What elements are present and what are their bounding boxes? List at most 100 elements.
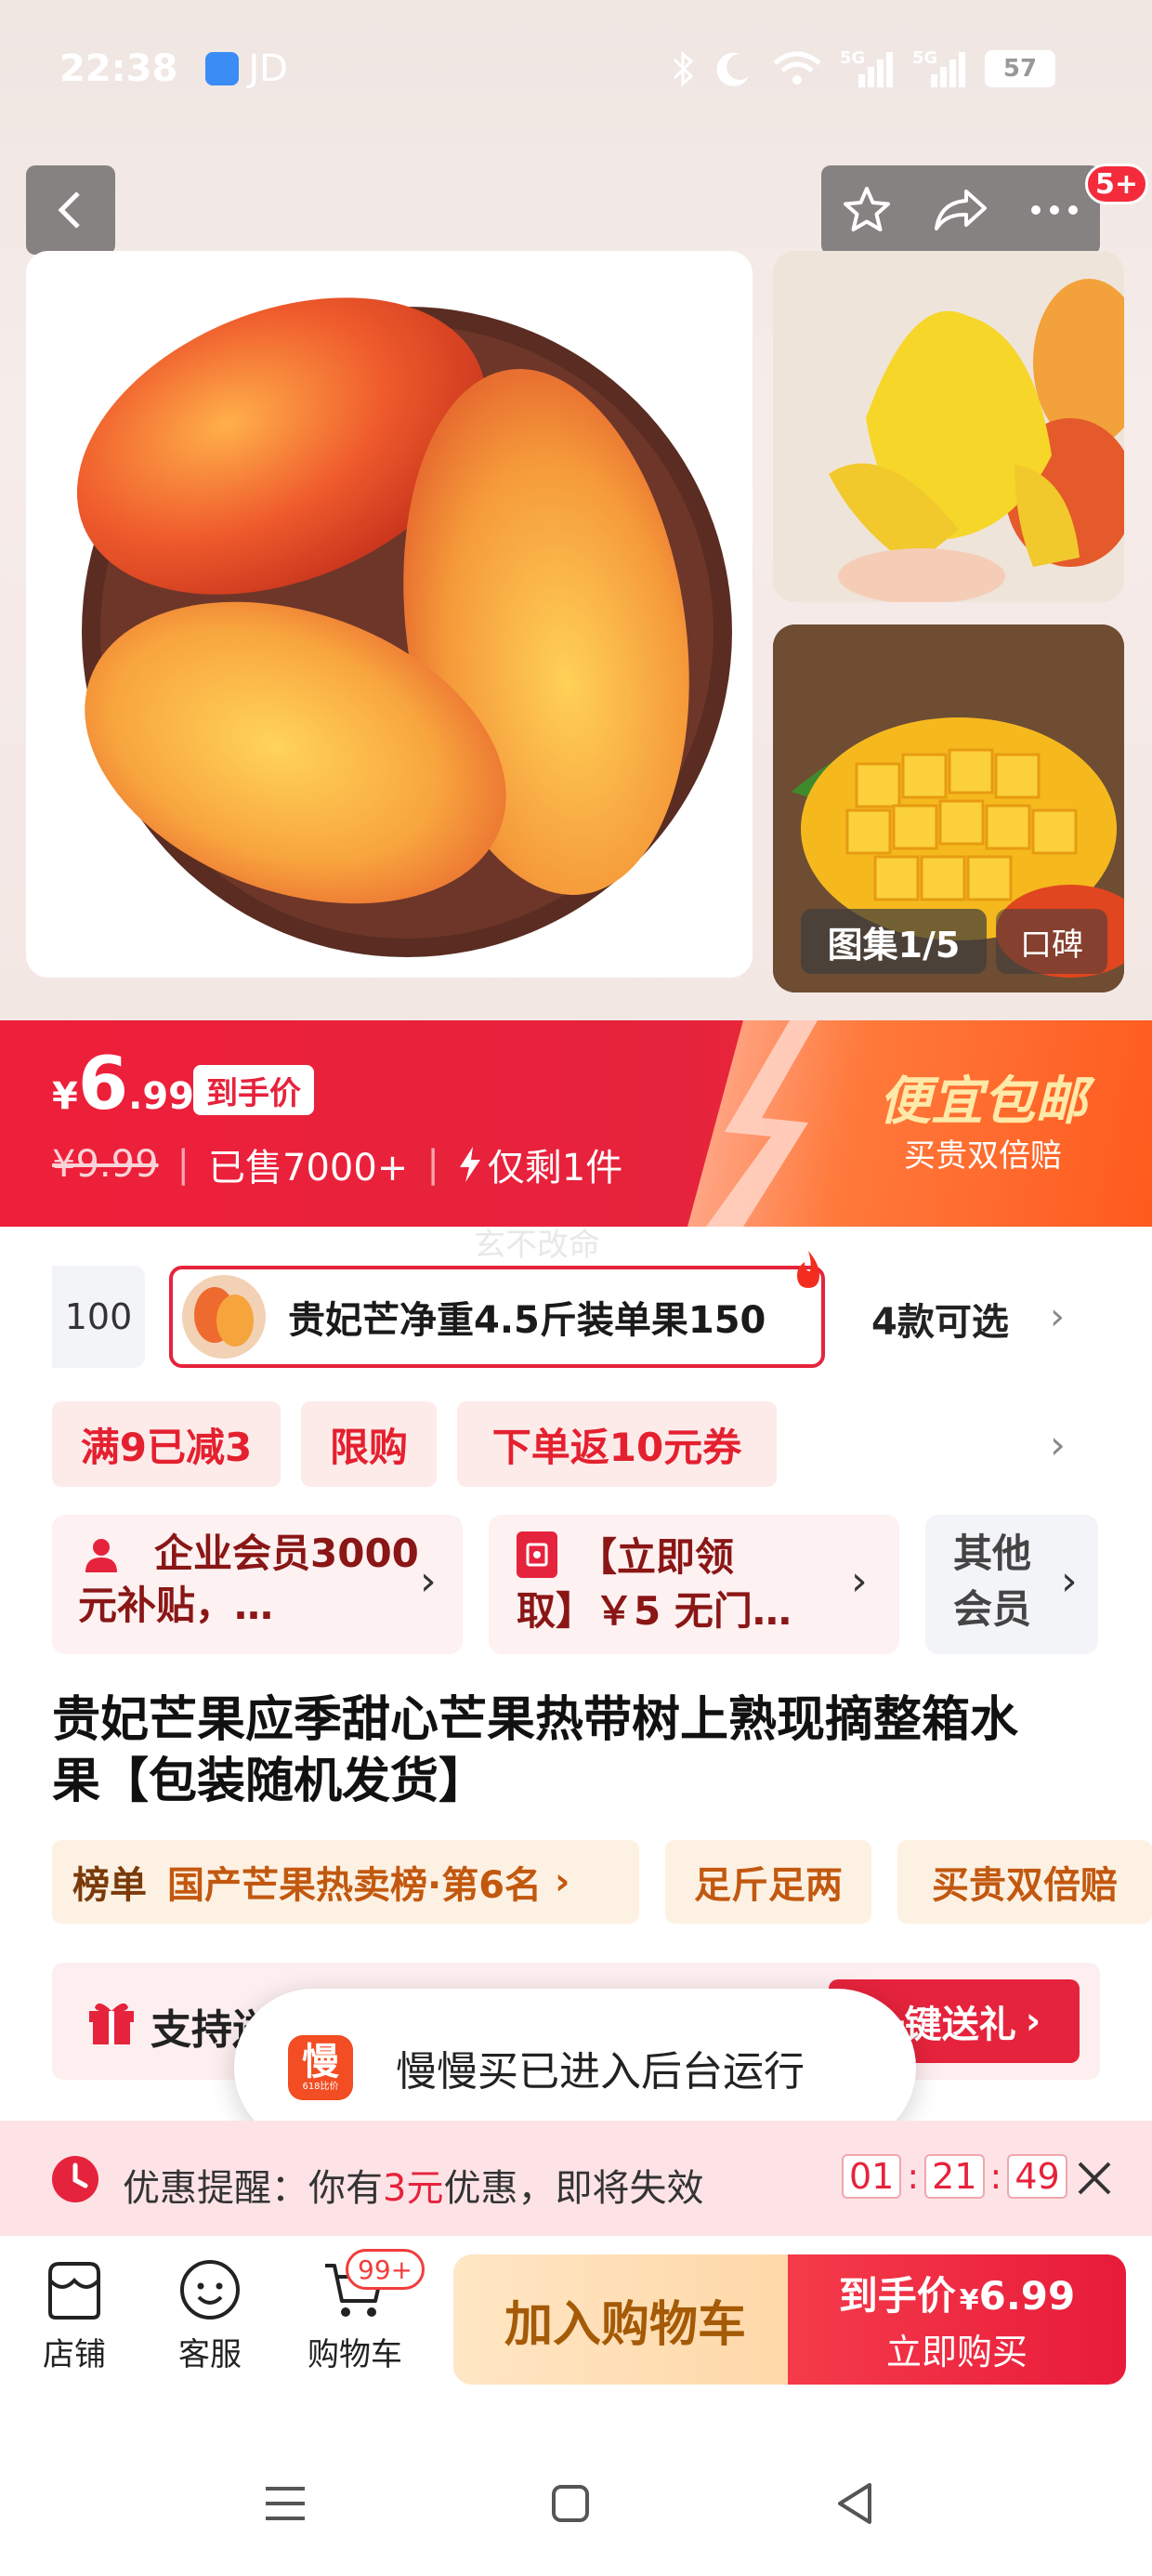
final-price-tag: 到手价 <box>193 1065 314 1115</box>
reviews-tab[interactable]: 口碑 <box>996 909 1107 974</box>
battery-icon: 57 <box>985 50 1055 87</box>
countdown-hours: 01 <box>842 2154 902 2199</box>
promo-title: 便宜包邮 <box>879 1071 1087 1132</box>
cart-badge: 99+ <box>346 2249 425 2290</box>
buy-price-value: 6.99 <box>978 2273 1076 2319</box>
voucher-line-2: 取】￥5 无门… <box>517 1588 792 1634</box>
cart-label: 购物车 <box>308 2336 402 2373</box>
close-reminder-icon[interactable] <box>1074 2158 1115 2202</box>
divider: | <box>177 1143 190 1186</box>
customer-service-icon <box>180 2260 240 2320</box>
gallery-counter[interactable]: 图集1/5 <box>801 909 987 974</box>
voucher-chevron-icon: › <box>851 1557 868 1605</box>
bluetooth-icon <box>669 48 697 89</box>
toast-message: 慢慢买已进入后台运行 <box>396 2048 805 2096</box>
other-member-label: 其他 会员 <box>953 1526 1031 1637</box>
buy-price-currency: ¥ <box>959 2284 979 2317</box>
product-title-line-2: 果【包装随机发货】 <box>52 1754 488 1809</box>
lightning-bolt-icon <box>458 1147 482 1182</box>
voucher-card[interactable]: 【立即领 取】￥5 无门… › <box>489 1515 899 1654</box>
tag-full-weight[interactable]: 足斤足两 <box>665 1840 871 1924</box>
rank-tag[interactable]: 榜单 国产芒果热卖榜·第6名 › <box>52 1840 639 1924</box>
store-label: 店铺 <box>43 2336 106 2373</box>
more-options-icon[interactable] <box>1028 203 1080 217</box>
service-label: 客服 <box>178 2336 242 2373</box>
final-price: ¥ 6 .99 <box>52 1048 194 1121</box>
countdown-minutes: 21 <box>924 2154 985 2199</box>
service-nav[interactable]: 客服 <box>164 2256 256 2374</box>
add-to-cart-button[interactable]: 加入购物车 <box>453 2254 797 2385</box>
variant-option-prev[interactable]: 100 <box>52 1266 145 1368</box>
app-notification-icon <box>205 52 240 85</box>
stock-left: 仅剩1件 <box>487 1147 623 1189</box>
other-member-line-1: 其他 <box>953 1531 1032 1576</box>
clock-icon <box>50 2154 100 2208</box>
variant-thumbnail <box>182 1275 266 1359</box>
enterprise-member-text: 企业会员3000元补贴，… <box>78 1531 419 1628</box>
coupon-tag-3[interactable]: 下单返10元券 <box>457 1401 777 1487</box>
countdown-separator: : <box>907 2156 920 2197</box>
buy-now-button[interactable]: 到手价 ¥ 6.99 立即购买 <box>788 2254 1126 2385</box>
other-member-line-2: 会员 <box>953 1586 1032 1632</box>
share-icon[interactable] <box>933 184 988 236</box>
sold-count: 已售7000+ <box>208 1147 409 1189</box>
thumbnail-peeled-mango[interactable] <box>773 251 1124 602</box>
countdown-seconds: 49 <box>1007 2154 1067 2199</box>
variant-option-selected[interactable]: 贵妃芒净重4.5斤装单果150 <box>169 1266 825 1368</box>
countdown-separator-2: : <box>989 2156 1002 2197</box>
wifi-icon <box>771 48 823 89</box>
voucher-icon <box>517 1531 557 1578</box>
product-title: 贵妃芒果应季甜心芒果热带树上熟现摘整箱水 果【包装随机发货】 <box>52 1689 1111 1812</box>
reminder-text: 优惠提醒：你有 3元 优惠，即将失效 <box>123 2158 703 2212</box>
buy-now-price: 到手价 ¥ 6.99 <box>839 2265 1076 2321</box>
manmanmai-app-icon: 慢 618比价 <box>288 2035 353 2100</box>
status-bar-left: 22:38 JD <box>59 41 288 97</box>
favorite-star-icon[interactable] <box>841 184 893 236</box>
lightning-icon <box>687 1020 818 1227</box>
price-integer: 6 <box>77 1043 129 1126</box>
chevron-left-icon <box>58 191 80 229</box>
battery-level: 57 <box>1002 55 1038 83</box>
home-nav-icon[interactable] <box>550 2483 591 2528</box>
app-icon-char: 慢 <box>302 2041 339 2083</box>
variant-count[interactable]: 4款可选 <box>871 1292 1009 1346</box>
original-price: ¥9.99 <box>52 1143 159 1186</box>
chevron-right-icon: › <box>1050 1295 1065 1338</box>
buy-now-label: 立即购买 <box>885 2332 1028 2372</box>
other-member-chevron-icon: › <box>1061 1557 1078 1605</box>
mango-bowl-image <box>76 297 732 957</box>
thumbnail-cut-mango[interactable]: 图集1/5 口碑 <box>773 624 1124 992</box>
coupon-tag-2[interactable]: 限购 <box>301 1401 437 1487</box>
variant-label: 贵妃芒净重4.5斤装单果150 <box>288 1299 766 1342</box>
watermark-text: 玄不改命 <box>474 1227 600 1264</box>
menu-nav-icon[interactable] <box>262 2483 308 2528</box>
coupon-tag-1[interactable]: 满9已减3 <box>52 1401 281 1487</box>
coupons-chevron-right-icon[interactable]: › <box>1050 1422 1066 1467</box>
app-icon-sub: 618比价 <box>302 2082 339 2092</box>
rank-label: 榜单 <box>72 1864 147 1907</box>
promo-subtitle: 买贵双倍赔 <box>904 1137 1062 1175</box>
signal-5g-icon-2: 5G <box>912 48 968 89</box>
hot-flame-icon <box>792 1249 825 1290</box>
enterprise-chevron-icon: › <box>420 1557 437 1605</box>
divider-2: | <box>426 1143 439 1186</box>
voucher-line-1: 【立即领 <box>578 1534 735 1580</box>
tag-price-guarantee[interactable]: 买贵双倍赔 <box>897 1840 1152 1924</box>
rank-chevron-icon: › <box>555 1860 570 1903</box>
status-bar-right: 5G 5G 57 <box>669 41 1055 97</box>
store-nav[interactable]: 店铺 <box>28 2256 121 2374</box>
back-button[interactable] <box>26 165 115 255</box>
signal-5g-icon: 5G <box>840 48 896 89</box>
rank-text: 国产芒果热卖榜·第6名 <box>167 1864 543 1907</box>
reminder-suffix: 优惠，即将失效 <box>443 2167 704 2210</box>
main-product-image[interactable] <box>26 251 753 978</box>
enterprise-member-card[interactable]: 企业会员3000元补贴，… › <box>52 1515 463 1654</box>
back-nav-icon[interactable] <box>834 2481 875 2530</box>
store-icon <box>48 2262 100 2320</box>
price-stats: ¥9.99 | 已售7000+ | 仅剩1件 <box>52 1137 622 1191</box>
do-not-disturb-moon-icon <box>713 48 754 89</box>
status-time: 22:38 <box>59 47 178 90</box>
signal-5g-label: 5G <box>840 48 866 68</box>
notification-badge: 5+ <box>1085 164 1149 204</box>
other-member-card[interactable]: 其他 会员 › <box>925 1515 1098 1654</box>
